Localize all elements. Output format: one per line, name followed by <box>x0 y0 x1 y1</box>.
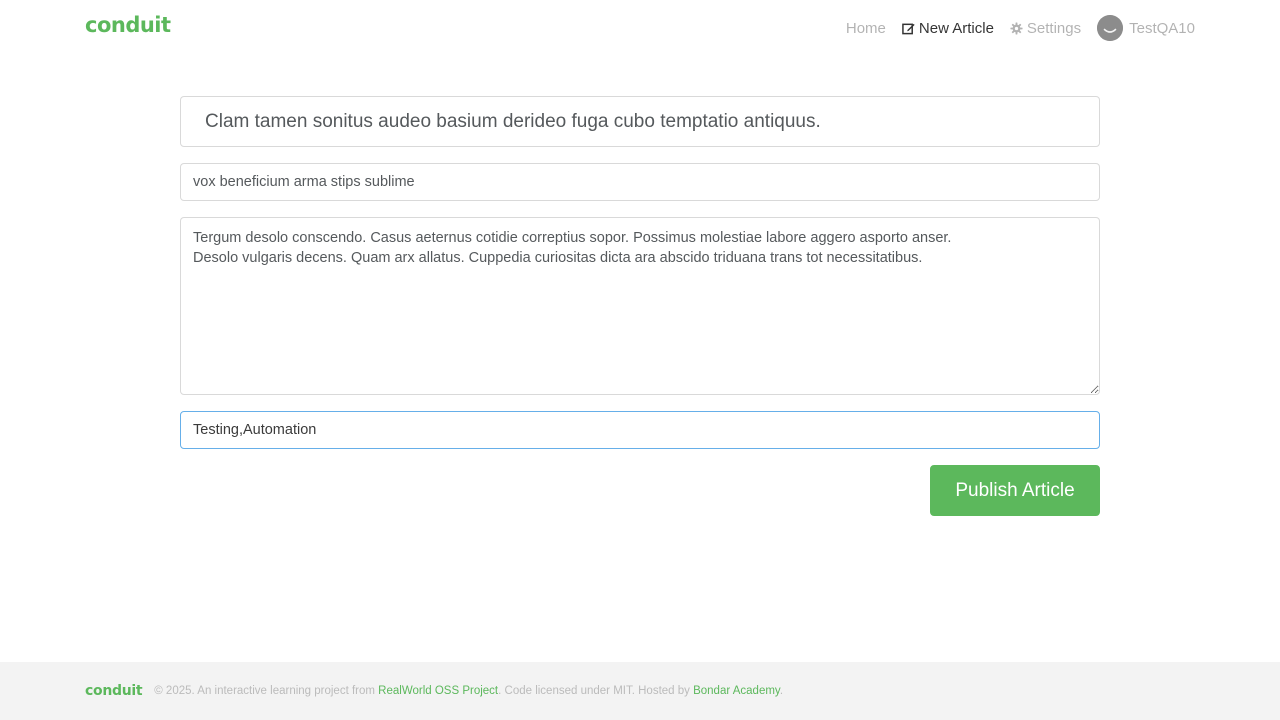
nav-link-home-label: Home <box>845 19 886 37</box>
footer-text-middle: . Code licensed under MIT. Hosted by <box>498 685 694 697</box>
footer-logo[interactable]: conduit <box>85 683 143 699</box>
article-editor-form: Tergum desolo conscendo. Casus aeternus … <box>180 96 1100 516</box>
gear-icon <box>1010 21 1023 35</box>
nav-link-settings-label: Settings <box>1026 19 1082 37</box>
nav-menu: Home New Article Settings TestQA10 <box>830 0 1195 56</box>
nav-link-home[interactable]: Home <box>846 20 886 37</box>
page: conduit Home New Article Settings TestQA… <box>0 0 1280 720</box>
avatar <box>1097 15 1124 41</box>
bondar-academy-link[interactable]: Bondar Academy <box>693 685 780 697</box>
nav-link-settings[interactable]: Settings <box>1010 20 1081 37</box>
nav-link-new-article[interactable]: New Article <box>902 20 994 37</box>
footer-container: conduit © 2025. An interactive learning … <box>85 662 783 720</box>
footer-text-after: . <box>779 685 784 697</box>
article-tags-input[interactable] <box>180 411 1100 449</box>
article-body-textarea[interactable]: Tergum desolo conscendo. Casus aeternus … <box>180 217 1100 395</box>
nav-link-new-article-label: New Article <box>918 19 994 37</box>
compose-icon <box>902 22 915 35</box>
nav-link-profile-label: TestQA10 <box>1129 19 1195 37</box>
footer: conduit © 2025. An interactive learning … <box>0 662 1280 720</box>
publish-article-button[interactable]: Publish Article <box>930 465 1100 516</box>
navbar: conduit Home New Article Settings TestQA… <box>0 0 1280 56</box>
article-about-input[interactable] <box>180 163 1100 201</box>
brand-logo[interactable]: conduit <box>85 13 171 37</box>
footer-attribution: © 2025. An interactive learning project … <box>154 685 783 697</box>
article-title-input[interactable] <box>180 96 1100 147</box>
footer-text-before: © 2025. An interactive learning project … <box>154 685 379 697</box>
nav-link-profile[interactable]: TestQA10 <box>1097 15 1195 41</box>
realworld-link[interactable]: RealWorld OSS Project <box>378 685 498 697</box>
